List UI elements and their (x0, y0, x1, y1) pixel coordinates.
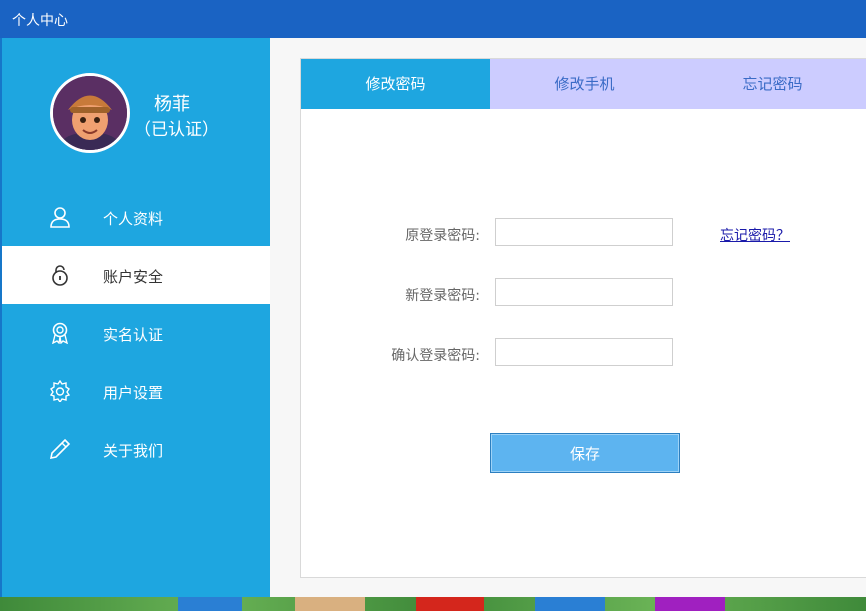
sidebar-item-user-settings[interactable]: 用户设置 (0, 362, 270, 420)
user-icon (48, 206, 72, 228)
sidebar-item-realname-verify[interactable]: 实名认证 (0, 304, 270, 362)
desktop-tile-1 (178, 597, 242, 611)
old-password-label: 原登录密码: (405, 228, 480, 244)
sidebar-edge (0, 38, 2, 611)
sidebar-item-label: 个人资料 (103, 210, 164, 228)
confirm-password-input[interactable] (495, 338, 673, 366)
desktop-strip (0, 597, 866, 611)
user-verified-status: （已认证） (134, 120, 219, 140)
tab-change-phone[interactable]: 修改手机 (490, 59, 679, 109)
tab-bar: 修改密码 修改手机 忘记密码 (301, 59, 866, 109)
sidebar-item-account-security[interactable]: 账户安全 (0, 246, 270, 304)
tab-forgot-password[interactable]: 忘记密码 (679, 59, 866, 109)
sidebar-item-label: 实名认证 (103, 326, 164, 344)
forgot-password-link[interactable]: 忘记密码？ (720, 225, 790, 245)
badge-icon (48, 322, 72, 345)
desktop-tile-2 (295, 597, 365, 611)
title-bar: 个人中心 (0, 0, 866, 38)
avatar[interactable] (50, 73, 130, 153)
desktop-tile-4 (535, 597, 605, 611)
sidebar-item-profile[interactable]: 个人资料 (0, 188, 270, 246)
desktop-tile-5 (655, 597, 725, 611)
sidebar-item-label: 用户设置 (103, 384, 164, 402)
sidebar: 杨菲 （已认证） 个人资料 账户安全 实名认证 用户设置 关于我们 (0, 38, 270, 611)
desktop-tile-3 (416, 597, 484, 611)
new-password-input[interactable] (495, 278, 673, 306)
sidebar-item-label: 关于我们 (103, 442, 164, 460)
form-panel (300, 58, 866, 578)
save-button[interactable]: 保存 (490, 433, 680, 473)
old-password-input[interactable] (495, 218, 673, 246)
pencil-icon (48, 438, 72, 460)
tab-change-password[interactable]: 修改密码 (301, 59, 490, 109)
sidebar-item-label: 账户安全 (103, 268, 164, 286)
confirm-password-label: 确认登录密码: (391, 348, 480, 364)
sidebar-nav: 个人资料 账户安全 实名认证 用户设置 关于我们 (0, 188, 270, 478)
lock-icon (48, 264, 72, 286)
new-password-label: 新登录密码: (405, 288, 480, 304)
gear-icon (48, 379, 72, 404)
window-title: 个人中心 (12, 13, 68, 29)
sidebar-item-about-us[interactable]: 关于我们 (0, 420, 270, 478)
user-name: 杨菲 (154, 94, 190, 115)
